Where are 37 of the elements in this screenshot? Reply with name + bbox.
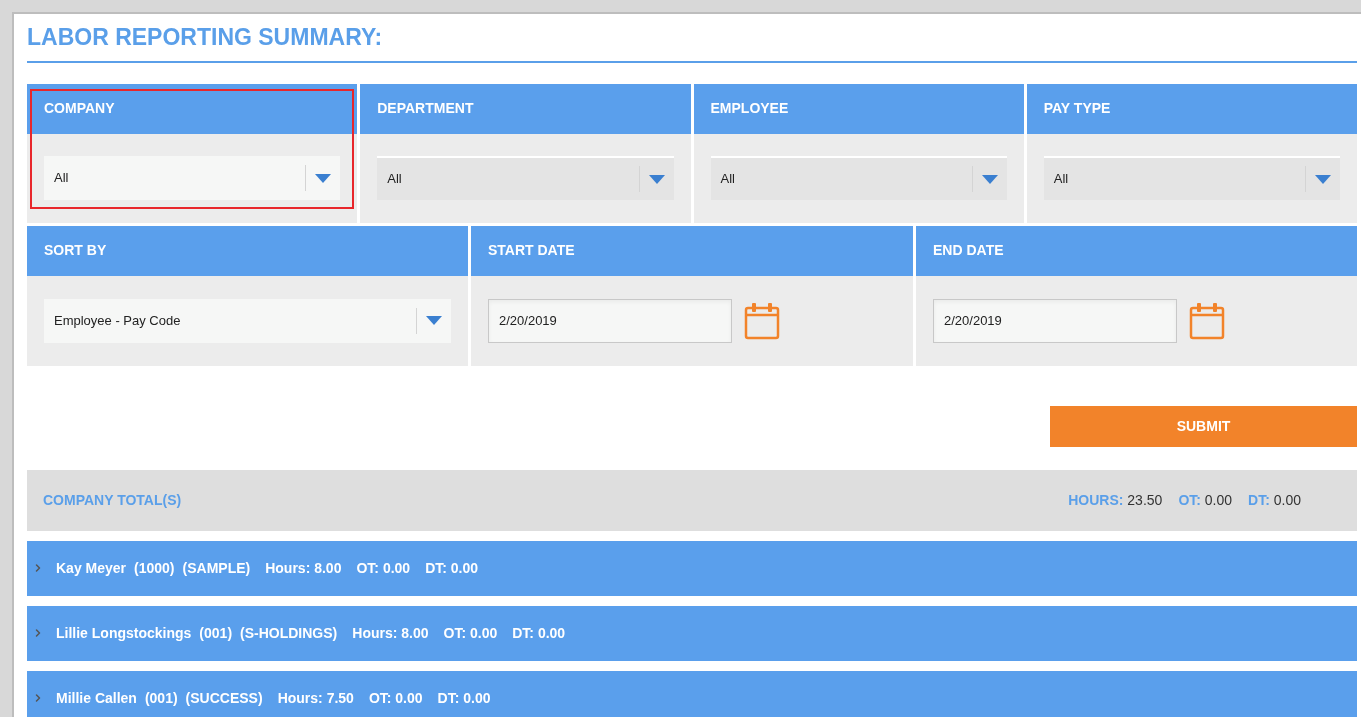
total-stat: HOURS: 23.50	[1068, 490, 1163, 510]
employee-code: (001)	[144, 688, 178, 708]
date-field[interactable]: 2/20/2019	[933, 298, 1177, 343]
employee-code: (001)	[199, 623, 233, 643]
date-field[interactable]: 2/20/2019	[488, 298, 732, 343]
employee-stat: Hours: 7.50	[277, 688, 354, 708]
filter-header: PAY TYPE	[1026, 83, 1357, 134]
totals-label: COMPANY TOTAL(S)	[43, 490, 183, 510]
employee-company: (S-HOLDINGS)	[240, 623, 338, 643]
select-field[interactable]: All	[44, 156, 341, 200]
employee-stat: Hours: 8.00	[265, 558, 342, 578]
filter-header: COMPANY	[27, 83, 358, 134]
select-field[interactable]: All	[377, 156, 674, 200]
employee-stat: OT: 0.00	[356, 558, 411, 578]
employee-name: Kay Meyer	[56, 558, 127, 578]
employee-stat: DT: 0.00	[425, 558, 479, 578]
select-field[interactable]: All	[1043, 156, 1340, 200]
filter-header: DEPARTMENT	[360, 83, 691, 134]
employee-name: Millie Callen	[56, 688, 137, 708]
employee-name: Lillie Longstockings	[56, 623, 192, 643]
employee-company: (SUCCESS)	[185, 688, 263, 708]
employee-code: (1000)	[134, 558, 175, 578]
filter-header: EMPLOYEE	[693, 83, 1024, 134]
employee-stat: OT: 0.00	[368, 688, 423, 708]
total-stat: OT: 0.00	[1178, 490, 1233, 510]
filter-header: SORT BY	[27, 225, 468, 276]
employee-stat: DT: 0.00	[512, 623, 566, 643]
employee-stat: OT: 0.00	[443, 623, 498, 643]
filter-header: END DATE	[916, 225, 1357, 276]
employee-company: (SAMPLE)	[182, 558, 251, 578]
select-field[interactable]: Employee - Pay Code	[44, 298, 451, 343]
page-title: LABOR REPORTING SUMMARY:	[27, 23, 384, 52]
employee-stat: Hours: 8.00	[352, 623, 429, 643]
total-stat: DT: 0.00	[1248, 490, 1301, 510]
filter-header: START DATE	[471, 225, 913, 276]
select-field[interactable]: All	[710, 156, 1007, 200]
employee-stat: DT: 0.00	[437, 688, 491, 708]
